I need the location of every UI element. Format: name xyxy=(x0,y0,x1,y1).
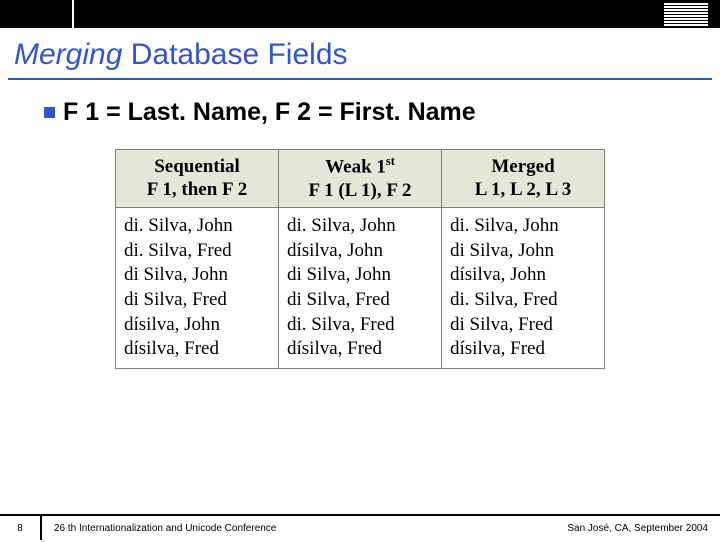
slide-title: Merging Database Fields xyxy=(0,28,720,78)
cell-sequential: di. Silva, John di. Silva, Fred di Silva… xyxy=(116,207,279,368)
tab-divider xyxy=(72,0,74,28)
footer-right: San José, CA, September 2004 xyxy=(567,523,720,534)
col-header-weak: Weak 1st F 1 (L 1), F 2 xyxy=(279,150,442,208)
slide-footer: 8 26 th Internationalization and Unicode… xyxy=(0,514,720,540)
square-bullet-icon xyxy=(44,107,55,118)
table-row: di. Silva, John di. Silva, Fred di Silva… xyxy=(116,207,605,368)
page-number: 8 xyxy=(0,516,42,540)
ibm-logo-icon xyxy=(664,3,708,26)
footer-left: 26 th Internationalization and Unicode C… xyxy=(42,523,567,534)
comparison-table: Sequential F 1, then F 2 Weak 1st F 1 (L… xyxy=(115,149,605,369)
col-header-sequential: Sequential F 1, then F 2 xyxy=(116,150,279,208)
cell-merged: di. Silva, John di Silva, John dísilva, … xyxy=(442,207,605,368)
top-bar xyxy=(0,0,720,28)
title-emphasis: Merging xyxy=(14,38,122,71)
cell-weak: di. Silva, John dísilva, John di Silva, … xyxy=(279,207,442,368)
bullet-row: F 1 = Last. Name, F 2 = First. Name xyxy=(0,80,720,127)
table-header-row: Sequential F 1, then F 2 Weak 1st F 1 (L… xyxy=(116,150,605,208)
bullet-text: F 1 = Last. Name, F 2 = First. Name xyxy=(63,98,476,127)
col-header-merged: Merged L 1, L 2, L 3 xyxy=(442,150,605,208)
title-rest: Database Fields xyxy=(122,38,347,71)
